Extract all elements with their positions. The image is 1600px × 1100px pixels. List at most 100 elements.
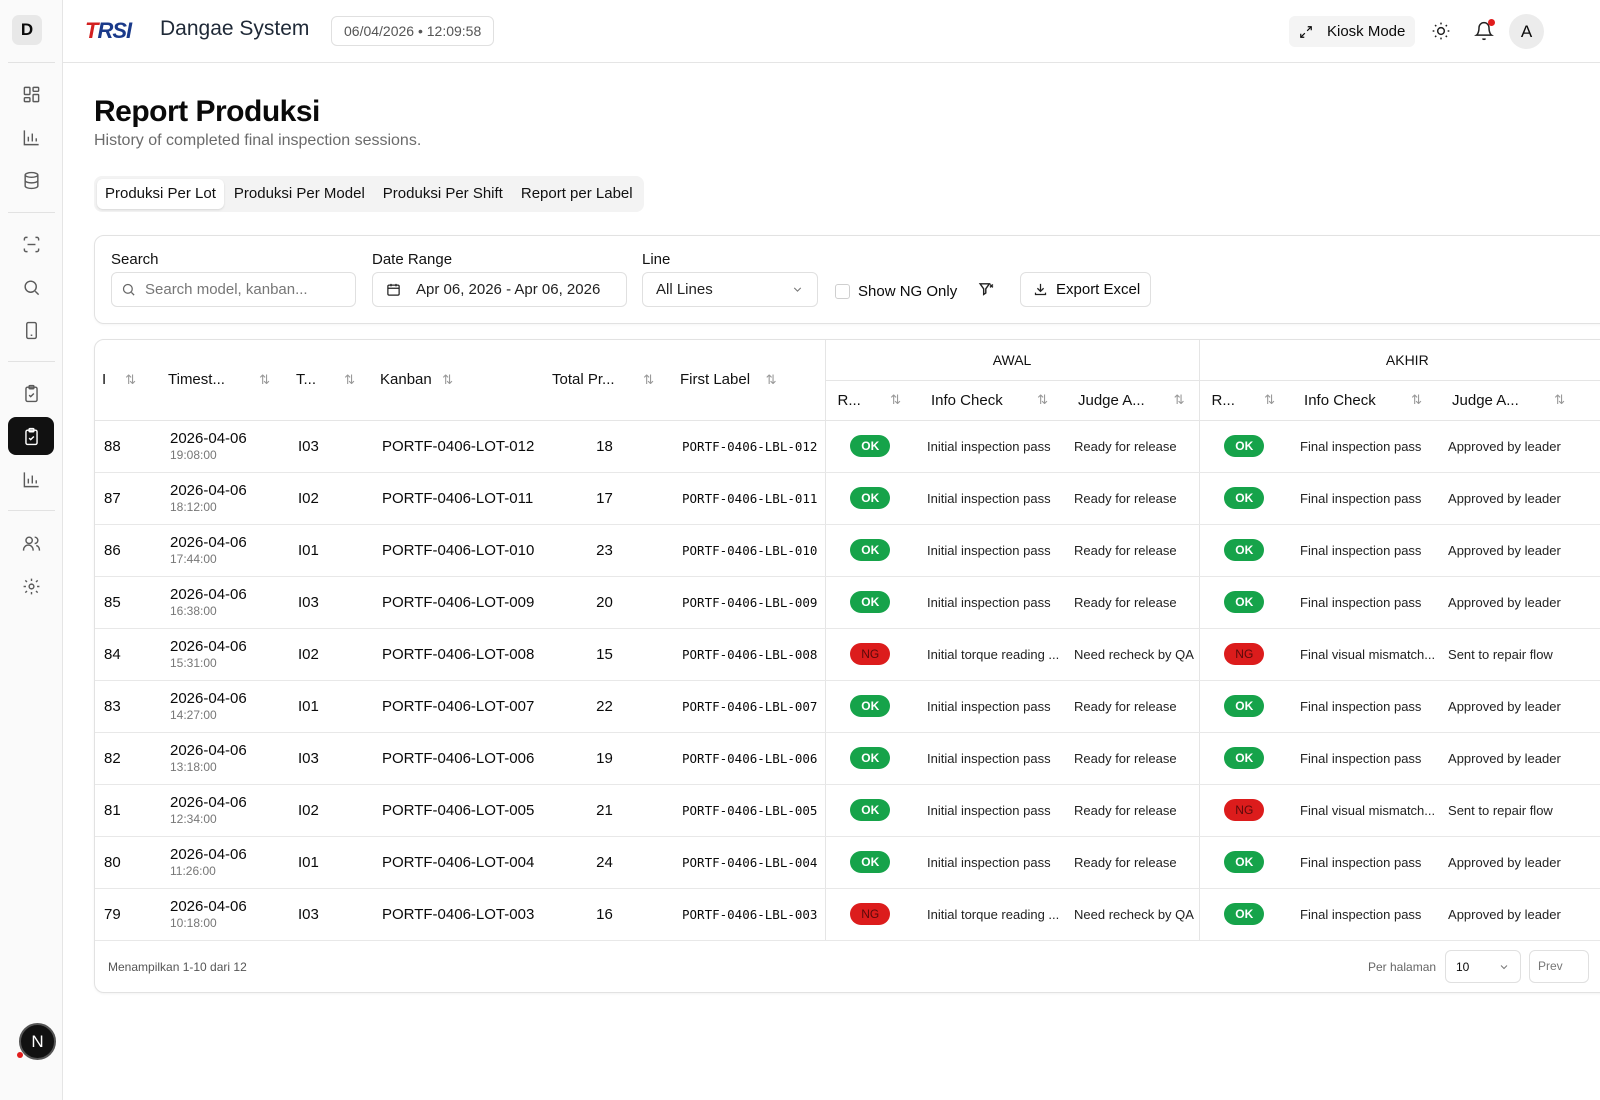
cell-awal-result: OK [824, 576, 915, 629]
sidebar-item-dashboard[interactable] [8, 75, 54, 113]
col-header-id[interactable]: I ⇅ [95, 340, 158, 421]
chevron-down-icon [793, 287, 802, 292]
cell-first-label: PORTF-0406-LBL-008 [668, 628, 825, 681]
cell-first-label: PORTF-0406-LBL-005 [668, 784, 825, 837]
cell-time: 15:31:00 [170, 656, 217, 670]
cell-id: 83 [95, 680, 158, 733]
prev-page-button[interactable]: Prev [1529, 950, 1589, 983]
col-header-first-label[interactable]: First Label ⇅ [668, 340, 825, 421]
cell-kanban: PORTF-0406-LOT-006 [369, 732, 541, 785]
col-header-akhir-info[interactable]: Info Check ⇅ [1289, 380, 1437, 421]
col-header-timestamp[interactable]: Timest... ⇅ [158, 340, 284, 421]
cell-id: 88 [95, 420, 158, 473]
cell-awal-judge: Ready for release [1062, 472, 1200, 525]
cell-time: 16:38:00 [170, 604, 217, 618]
result-badge: OK [1224, 539, 1265, 561]
sidebar-item-database[interactable] [8, 161, 54, 199]
table-row[interactable]: 80 2026-04-06 11:26:00 I01 PORTF-0406-LOT-00… [95, 836, 1600, 889]
kiosk-mode-button[interactable]: Kiosk Mode [1289, 16, 1415, 47]
table-row[interactable]: 86 2026-04-06 17:44:00 I01 PORTF-0406-LOT-01… [95, 524, 1600, 577]
table-row[interactable]: 81 2026-04-06 12:34:00 I02 PORTF-0406-LOT-00… [95, 784, 1600, 837]
cell-awal-judge: Ready for release [1062, 784, 1200, 837]
sort-icon: ⇅ [1173, 392, 1185, 407]
sidebar-item-search[interactable] [8, 268, 54, 306]
show-ng-only-checkbox[interactable] [835, 284, 850, 299]
cell-akhir-info: Final inspection pass [1289, 732, 1437, 785]
col-header-akhir-judge[interactable]: Judge A... ⇅ [1436, 380, 1600, 421]
table-footer: Menampilkan 1-10 dari 12 Per halaman 10 … [95, 940, 1600, 992]
cell-timestamp: 2026-04-06 15:31:00 [158, 628, 284, 681]
line-select-value: All Lines [656, 281, 713, 298]
cell-awal-info: Initial inspection pass [915, 680, 1062, 733]
cell-total: 16 [541, 888, 668, 941]
cell-akhir-judge: Approved by leader [1436, 472, 1600, 525]
result-badge: OK [850, 487, 891, 509]
sidebar-item-reports[interactable] [8, 460, 54, 498]
col-header-total[interactable]: Total Pr... ⇅ [541, 340, 668, 421]
sun-icon[interactable] [1431, 21, 1451, 41]
sidebar-item-inspection[interactable] [8, 374, 54, 412]
table-row[interactable]: 85 2026-04-06 16:38:00 I03 PORTF-0406-LOT-00… [95, 576, 1600, 629]
result-badge: OK [1224, 487, 1265, 509]
cell-awal-judge: Ready for release [1062, 524, 1200, 577]
tab-produksi-per-lot[interactable]: Produksi Per Lot [97, 179, 224, 209]
table-row[interactable]: 88 2026-04-06 19:08:00 I03 PORTF-0406-LOT-01… [95, 420, 1600, 473]
table-row[interactable]: 84 2026-04-06 15:31:00 I02 PORTF-0406-LOT-00… [95, 628, 1600, 681]
sidebar-item-analytics[interactable] [8, 118, 54, 156]
cell-id: 87 [95, 472, 158, 525]
cell-akhir-result: OK [1198, 680, 1290, 733]
sidebar-item-report-produksi[interactable] [8, 417, 54, 455]
col-header-kanban[interactable]: Kanban ⇅ [369, 340, 541, 421]
result-badge: OK [850, 435, 891, 457]
sort-icon: ⇅ [643, 371, 654, 387]
database-icon [23, 171, 39, 189]
cell-awal-result: NG [824, 628, 915, 681]
user-avatar[interactable]: A [1509, 14, 1544, 49]
date-range-picker[interactable]: Apr 06, 2026 - Apr 06, 2026 [372, 272, 627, 307]
table-row[interactable]: 83 2026-04-06 14:27:00 I01 PORTF-0406-LOT-00… [95, 680, 1600, 733]
cell-timestamp: 2026-04-06 10:18:00 [158, 888, 284, 941]
cell-awal-info: Initial inspection pass [915, 524, 1062, 577]
col-header-awal-judge[interactable]: Judge A... ⇅ [1062, 380, 1200, 421]
tab-report-per-label[interactable]: Report per Label [513, 179, 641, 209]
cell-akhir-result: NG [1198, 784, 1290, 837]
cell-total: 15 [541, 628, 668, 681]
tab-produksi-per-model[interactable]: Produksi Per Model [226, 179, 373, 209]
calendar-icon [387, 283, 400, 296]
dev-tools-badge[interactable]: N [19, 1023, 56, 1060]
col-header-type[interactable]: T... ⇅ [284, 340, 369, 421]
table-row[interactable]: 87 2026-04-06 18:12:00 I02 PORTF-0406-LOT-01… [95, 472, 1600, 525]
per-page-select[interactable]: 10 [1445, 950, 1521, 983]
date-range-value: Apr 06, 2026 - Apr 06, 2026 [416, 281, 601, 298]
tab-produksi-per-shift[interactable]: Produksi Per Shift [375, 179, 511, 209]
clear-filter-icon[interactable] [978, 281, 995, 298]
sidebar-item-scan[interactable] [8, 225, 54, 263]
col-header-awal-result[interactable]: R... ⇅ [824, 380, 915, 421]
table-row[interactable]: 79 2026-04-06 10:18:00 I03 PORTF-0406-LOT-00… [95, 888, 1600, 941]
show-ng-only-label[interactable]: Show NG Only [858, 283, 957, 300]
col-header-awal-info[interactable]: Info Check ⇅ [915, 380, 1062, 421]
sidebar-item-users[interactable] [8, 524, 54, 562]
table-row[interactable]: 82 2026-04-06 13:18:00 I03 PORTF-0406-LOT-00… [95, 732, 1600, 785]
cell-akhir-info: Final inspection pass [1289, 524, 1437, 577]
col-header-akhir-result[interactable]: R... ⇅ [1198, 380, 1290, 421]
line-select[interactable]: All Lines [642, 272, 818, 307]
app-logo[interactable]: D [12, 15, 42, 45]
cell-id: 86 [95, 524, 158, 577]
sidebar-divider [8, 361, 55, 362]
cell-akhir-info: Final visual mismatch... [1289, 784, 1437, 837]
sidebar-item-settings[interactable] [8, 567, 54, 605]
cell-akhir-judge: Sent to repair flow [1436, 628, 1600, 681]
report-tabs: Produksi Per Lot Produksi Per Model Prod… [94, 176, 644, 212]
cell-awal-result: OK [824, 732, 915, 785]
sidebar-divider [8, 212, 55, 213]
search-input[interactable]: Search model, kanban... [111, 272, 356, 307]
sidebar-item-device[interactable] [8, 311, 54, 349]
export-excel-button[interactable]: Export Excel [1020, 272, 1151, 307]
cell-awal-result: OK [824, 680, 915, 733]
result-badge: OK [850, 851, 891, 873]
report-table: I ⇅ Timest... ⇅ T... ⇅ Kanban ⇅ Total Pr... ⇅… [95, 340, 1600, 941]
dev-tools-alert-dot [17, 1052, 23, 1058]
per-page-label: Per halaman [1368, 960, 1437, 974]
cell-akhir-judge: Approved by leader [1436, 524, 1600, 577]
